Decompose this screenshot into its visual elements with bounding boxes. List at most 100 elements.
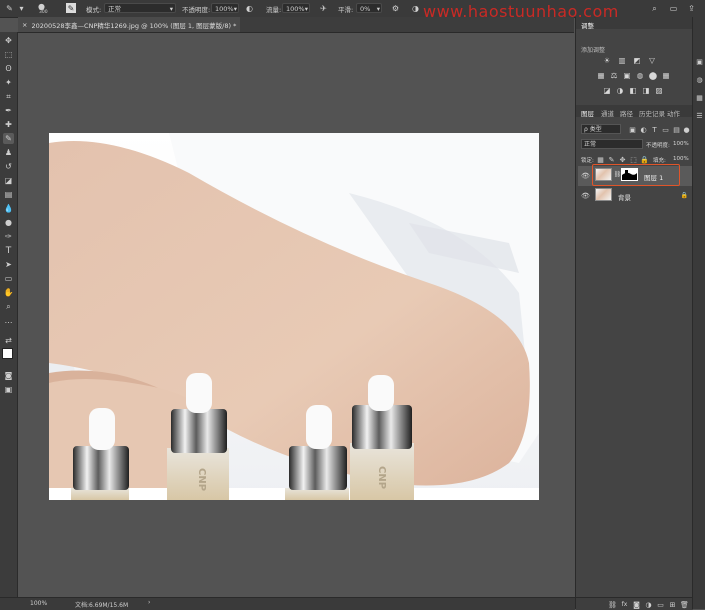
blur-tool-icon[interactable]: 💧: [3, 203, 14, 214]
filter-smart-icon[interactable]: ▤: [672, 125, 681, 134]
brush-tool-icon[interactable]: ✎: [4, 3, 15, 14]
crop-tool-icon[interactable]: ⌗: [3, 91, 14, 102]
filter-toggle-icon[interactable]: ●: [682, 125, 691, 134]
properties-icon[interactable]: ▣: [695, 57, 704, 66]
swatches-icon[interactable]: ▦: [695, 93, 704, 102]
tab-actions[interactable]: 动作: [667, 108, 680, 118]
color-icon[interactable]: ◍: [695, 75, 704, 84]
pen-tool-icon[interactable]: ✑: [3, 231, 14, 242]
tab-layers[interactable]: 图层: [581, 108, 594, 118]
fill-value[interactable]: 100%: [673, 156, 689, 162]
quick-mask-icon[interactable]: ◙: [3, 370, 14, 381]
layer-filter-select[interactable]: ρ 类型: [581, 124, 621, 134]
share-icon[interactable]: ⇪: [686, 3, 697, 14]
filter-shape-icon[interactable]: ▭: [661, 125, 670, 134]
search-icon[interactable]: ⌕: [649, 3, 660, 14]
gear-icon[interactable]: ⚙: [390, 3, 401, 14]
layer-opacity-value[interactable]: 100%: [673, 141, 689, 147]
gradient-tool-icon[interactable]: ▤: [3, 189, 14, 200]
gradient-map-icon[interactable]: ◨: [641, 86, 651, 95]
eye-icon[interactable]: 👁: [581, 171, 590, 180]
filter-pixel-icon[interactable]: ▣: [628, 125, 637, 134]
adjustment-layer-icon[interactable]: ◑: [644, 600, 653, 609]
color-balance-icon[interactable]: ⚖: [609, 71, 619, 80]
dodge-tool-icon[interactable]: ●: [3, 217, 14, 228]
eraser-tool-icon[interactable]: ◪: [3, 175, 14, 186]
selective-color-icon[interactable]: ▨: [654, 86, 664, 95]
type-tool-icon[interactable]: T: [3, 245, 14, 256]
brush-panel-icon[interactable]: ✎: [66, 3, 76, 13]
mode-select[interactable]: 正常 ▾: [104, 3, 176, 13]
photo-filter-icon[interactable]: ◍: [635, 71, 645, 80]
eyedropper-tool-icon[interactable]: ✒: [3, 105, 14, 116]
document-tab[interactable]: × 20200528李鑫—CNP精华1269.jpg @ 100% (图层 1,…: [18, 17, 241, 32]
hand-tool-icon[interactable]: ✋: [3, 287, 14, 298]
more-tools-icon[interactable]: ⋯: [3, 317, 14, 328]
move-tool-icon[interactable]: ✥: [3, 35, 14, 46]
close-icon[interactable]: ×: [22, 21, 27, 29]
swap-colors-icon[interactable]: ⇄: [3, 335, 14, 346]
threshold-icon[interactable]: ◧: [628, 86, 638, 95]
tab-paths[interactable]: 路径: [620, 108, 633, 118]
trash-icon[interactable]: 🗑: [680, 600, 689, 609]
zoom-level[interactable]: 100%: [30, 600, 47, 607]
curves-icon[interactable]: ◩: [632, 56, 642, 65]
lock-position-icon[interactable]: ✥: [618, 155, 627, 164]
layer-row-background[interactable]: 👁 背景 🔒: [578, 187, 692, 207]
tab-history[interactable]: 历史记录: [639, 108, 665, 118]
brightness-icon[interactable]: ☀: [602, 56, 612, 65]
stamp-tool-icon[interactable]: ♟: [3, 147, 14, 158]
screen-mode-icon[interactable]: ▣: [3, 384, 14, 395]
flow-field[interactable]: 100% ▾: [282, 3, 310, 13]
add-mask-icon[interactable]: ◙: [632, 600, 641, 609]
lock-transparent-icon[interactable]: ▦: [596, 155, 605, 164]
pressure-opacity-icon[interactable]: ◐: [244, 3, 255, 14]
tab-adjustments[interactable]: 调整: [581, 20, 594, 30]
lock-image-icon[interactable]: ✎: [607, 155, 616, 164]
fx-icon[interactable]: fx: [620, 600, 629, 609]
highlight-box: [592, 164, 680, 186]
marquee-tool-icon[interactable]: ⬚: [3, 49, 14, 60]
filter-adjust-icon[interactable]: ◐: [639, 125, 648, 134]
lock-all-icon[interactable]: 🔒: [640, 155, 649, 164]
smoothing-field[interactable]: 0% ▾: [356, 3, 382, 13]
brush-tool-icon[interactable]: ✎: [3, 133, 14, 144]
vibrance-icon[interactable]: ▦: [596, 71, 606, 80]
exposure-icon[interactable]: ▽: [647, 56, 657, 65]
color-lookup-icon[interactable]: ▦: [661, 71, 671, 80]
lasso-tool-icon[interactable]: ʘ: [3, 63, 14, 74]
chevron-down-icon[interactable]: ▾: [16, 3, 27, 14]
tab-channels[interactable]: 通道: [601, 108, 614, 118]
lock-artboard-icon[interactable]: ⬚: [629, 155, 638, 164]
history-brush-tool-icon[interactable]: ↺: [3, 161, 14, 172]
pressure-size-icon[interactable]: ◑: [410, 3, 421, 14]
healing-tool-icon[interactable]: ✚: [3, 119, 14, 130]
filter-type-icon[interactable]: T: [650, 125, 659, 134]
channel-mixer-icon[interactable]: ⬤: [648, 71, 658, 80]
libraries-icon[interactable]: ☰: [695, 111, 704, 120]
new-layer-icon[interactable]: ⊞: [668, 600, 677, 609]
adjustments-tabbar: 调整: [576, 17, 693, 30]
status-menu-arrow[interactable]: ›: [148, 599, 150, 606]
posterize-icon[interactable]: ◑: [615, 86, 625, 95]
black-white-icon[interactable]: ▣: [622, 71, 632, 80]
zoom-tool-icon[interactable]: ⌕: [3, 301, 14, 312]
bottle-brand-text: CNP: [196, 468, 207, 491]
workspace-icon[interactable]: ▭: [668, 3, 679, 14]
quick-select-tool-icon[interactable]: ✦: [3, 77, 14, 88]
document-image[interactable]: CNP CNP: [49, 133, 539, 500]
airbrush-icon[interactable]: ✈: [318, 3, 329, 14]
link-layers-icon[interactable]: ⛓: [608, 600, 617, 609]
foreground-color-swatch[interactable]: [2, 348, 13, 359]
opacity-field[interactable]: 100% ▾: [211, 3, 239, 13]
levels-icon[interactable]: ▥: [617, 56, 627, 65]
blend-mode-select[interactable]: 正常: [581, 139, 643, 149]
group-icon[interactable]: ▭: [656, 600, 665, 609]
invert-icon[interactable]: ◪: [602, 86, 612, 95]
layer-thumbnail[interactable]: [595, 188, 612, 201]
layer-name[interactable]: 背景: [618, 192, 631, 202]
path-select-tool-icon[interactable]: ➤: [3, 259, 14, 270]
eye-icon[interactable]: 👁: [581, 191, 590, 200]
layer-row-layer1[interactable]: 👁 ⛓ 图层 1: [578, 164, 692, 186]
shape-tool-icon[interactable]: ▭: [3, 273, 14, 284]
